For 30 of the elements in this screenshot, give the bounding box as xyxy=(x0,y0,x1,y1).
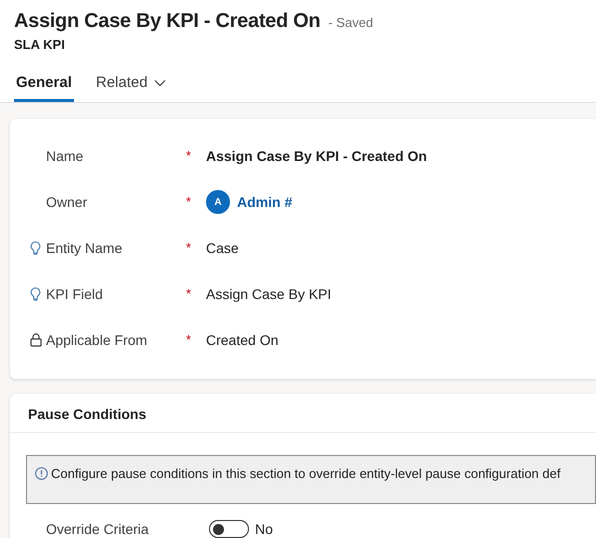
toggle-switch[interactable] xyxy=(209,520,249,538)
owner-link[interactable]: A Admin # xyxy=(206,190,596,214)
record-title: Assign Case By KPI - Created On xyxy=(14,10,320,33)
info-text: Configure pause conditions in this section to override entity-level pause configuration def xyxy=(51,466,560,481)
required-marker: * xyxy=(186,240,192,255)
required-marker: * xyxy=(186,286,192,301)
info-icon xyxy=(35,467,48,480)
field-value: Assign Case By KPI - Created On xyxy=(206,148,428,164)
field-label: Name xyxy=(46,148,84,164)
field-value: Created On xyxy=(206,332,280,348)
field-label: Entity Name xyxy=(46,240,124,256)
field-value: Case xyxy=(206,240,240,256)
required-marker: * xyxy=(186,332,192,347)
entity-name: SLA KPI xyxy=(14,37,66,52)
toggle-value: No xyxy=(255,521,273,537)
lightbulb-icon xyxy=(30,286,41,302)
avatar: A xyxy=(206,190,230,214)
field-label: Owner xyxy=(46,194,88,210)
field-value: Assign Case By KPI xyxy=(206,286,332,302)
lock-icon xyxy=(30,333,42,347)
required-marker: * xyxy=(186,148,192,163)
lightbulb-icon xyxy=(30,240,41,256)
field-label: KPI Field xyxy=(46,286,104,302)
tab[interactable]: Related xyxy=(94,70,168,102)
required-marker: * xyxy=(186,194,192,209)
save-status: - Saved xyxy=(328,15,374,30)
field-label: Override Criteria xyxy=(46,521,150,537)
chevron-down-icon xyxy=(154,78,166,86)
field-label: Applicable From xyxy=(46,332,148,348)
section-title: Pause Conditions xyxy=(10,394,596,433)
